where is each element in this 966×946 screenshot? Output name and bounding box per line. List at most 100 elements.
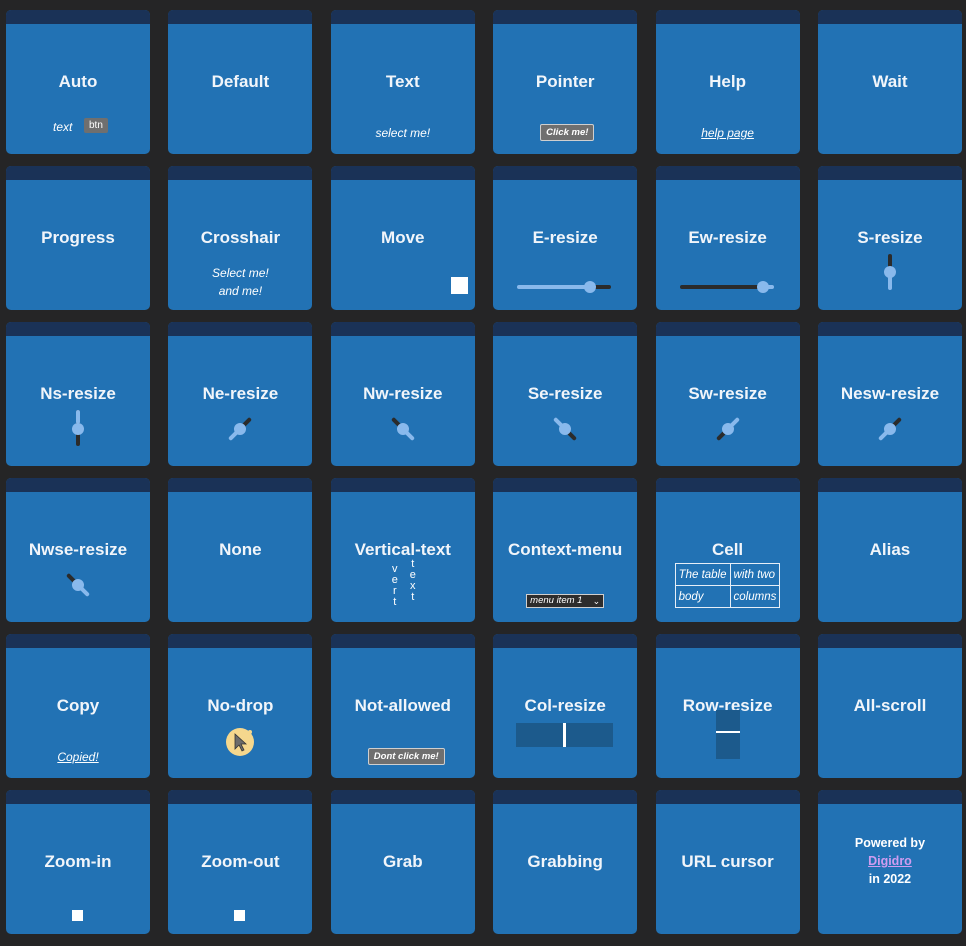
help-page-link[interactable]: help page [656,126,800,140]
card-row-resize[interactable]: Row-resize [655,634,800,778]
card-header [330,790,475,804]
card-pointer[interactable]: Pointer Click me! [493,10,638,154]
card-title: None [219,540,262,559]
diagonal-slider[interactable] [228,416,253,442]
diagonal-slider[interactable] [65,572,91,598]
move-handle[interactable] [450,277,468,294]
slider-knob[interactable] [72,423,84,435]
card-crosshair[interactable]: Crosshair Select me! and me! [168,166,313,310]
card-auto[interactable]: Auto text btn [6,10,150,154]
card-title: Wait [872,72,908,91]
card-wait[interactable]: Wait [817,10,962,154]
powered-by-block: Powered by Digidro in 2022 [818,834,962,888]
card-header [817,10,962,24]
card-cell[interactable]: Cell The table with two body columns [655,478,800,622]
card-col-resize[interactable]: Col-resize [493,634,638,778]
card-grabbing[interactable]: Grabbing [493,790,638,934]
card-title: Help [709,72,746,91]
card-ns-resize[interactable]: Ns-resize [6,322,150,466]
card-title: Zoom-out [201,852,280,871]
card-header [655,10,800,24]
slider-track [679,285,764,289]
slider-knob[interactable] [756,281,769,293]
card-e-resize[interactable]: E-resize [493,166,638,310]
cell-table[interactable]: The table with two body columns [674,563,781,608]
card-all-scroll[interactable]: All-scroll [817,634,962,778]
card-not-allowed[interactable]: Not-allowed Dont click me! [330,634,475,778]
table-cell[interactable]: with two [729,563,781,586]
card-header [168,634,313,648]
card-title: Nwse-resize [28,540,128,559]
slider-fill [76,410,80,424]
card-header [168,166,313,180]
slider-knob[interactable] [584,281,597,293]
card-header [168,10,313,24]
card-vertical-text[interactable]: Vertical-text v e r t t e x t [330,478,475,622]
menu-select[interactable]: menu item 1 ⌄ [526,594,605,608]
card-ne-resize[interactable]: Ne-resize [168,322,313,466]
card-title: Ew-resize [688,228,767,247]
card-title: Auto [58,72,98,91]
digidro-link[interactable]: Digidro [868,854,912,868]
card-progress[interactable]: Progress [6,166,150,310]
copied-link[interactable]: Copied! [6,750,150,764]
card-nw-resize[interactable]: Nw-resize [330,322,475,466]
card-grab[interactable]: Grab [330,790,475,934]
table-row: The table with two [674,563,781,586]
table-cell[interactable]: The table [674,563,731,586]
card-powered-by: Powered by Digidro in 2022 [817,790,962,934]
dont-click-button[interactable]: Dont click me! [367,748,445,765]
demo-selectable-text[interactable]: select me! [331,126,475,140]
card-title: Grabbing [527,852,603,871]
drag-bubble[interactable] [226,728,255,756]
card-default[interactable]: Default [168,10,313,154]
slider-knob[interactable] [883,266,896,278]
diagonal-slider[interactable] [715,416,740,442]
card-title: Ne-resize [202,384,279,403]
card-alias[interactable]: Alias [817,478,962,622]
card-se-resize[interactable]: Se-resize [493,322,638,466]
row-resize-area[interactable] [715,710,740,759]
card-help[interactable]: Help help page [655,10,800,154]
diagonal-slider[interactable] [877,416,902,442]
card-no-drop[interactable]: No-drop [168,634,313,778]
diagonal-slider[interactable] [390,416,415,442]
card-copy[interactable]: Copy Copied! [6,634,150,778]
click-me-button[interactable]: Click me! [540,124,595,141]
vertical-text-col-2[interactable]: t e x t [408,559,418,603]
card-url-cursor[interactable]: URL cursor [655,790,800,934]
table-row: body columns [674,585,781,608]
card-nesw-resize[interactable]: Nesw-resize [817,322,962,466]
card-title: URL cursor [681,852,774,871]
card-header [330,478,475,492]
crosshair-demo-text[interactable]: Select me! and me! [168,264,312,300]
diagonal-slider[interactable] [552,416,578,442]
card-header [168,790,313,804]
card-sw-resize[interactable]: Sw-resize [655,322,800,466]
card-move[interactable]: Move [330,166,475,310]
card-nwse-resize[interactable]: Nwse-resize [6,478,150,622]
card-zoom-in[interactable]: Zoom-in [6,790,150,934]
card-text[interactable]: Text select me! [330,10,475,154]
vertical-text-col-1[interactable]: v e r t [390,564,400,608]
column-divider[interactable] [563,723,567,747]
card-ew-resize[interactable]: Ew-resize [655,166,800,310]
card-title: Pointer [535,72,595,91]
demo-button[interactable]: btn [84,118,108,133]
card-title: Text [385,72,420,91]
row-divider[interactable] [715,731,740,733]
table-cell[interactable]: body [674,585,731,608]
card-header [330,634,475,648]
card-header [493,10,638,24]
card-title: No-drop [207,696,274,715]
card-zoom-out[interactable]: Zoom-out [168,790,313,934]
card-s-resize[interactable]: S-resize [817,166,962,310]
zoom-target[interactable] [72,910,83,921]
card-none[interactable]: None [168,478,313,622]
card-header [168,478,313,492]
slider-fill [517,285,591,289]
card-context-menu[interactable]: Context-menu menu item 1 ⌄ [493,478,638,622]
table-cell[interactable]: columns [729,585,781,608]
crosshair-line-1: Select me! [212,266,269,280]
zoom-target[interactable] [234,910,246,921]
